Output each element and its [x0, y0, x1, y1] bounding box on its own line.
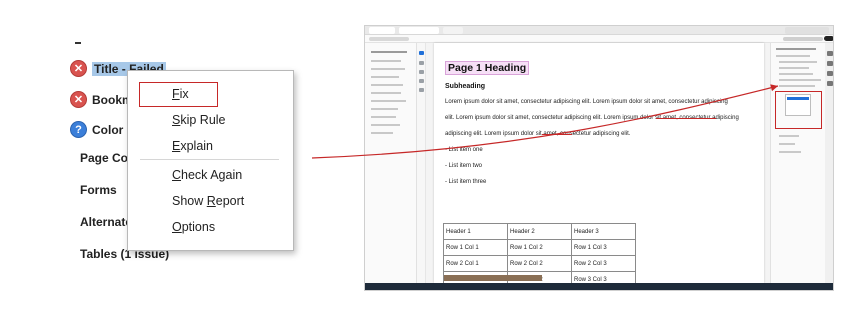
table-header-cell: Header 1 — [443, 223, 508, 240]
list-item: - List item two — [445, 163, 483, 169]
left-tools-panel — [365, 43, 417, 283]
menu-items[interactable] — [369, 37, 409, 41]
panel-icon[interactable] — [827, 71, 833, 76]
table-cell: Row 1 Col 1 — [443, 239, 508, 256]
page-subheading: Subheading — [445, 83, 486, 90]
list-item: - List item three — [445, 179, 487, 185]
table-row: Row 2 Col 1 Row 2 Col 2 Row 2 Col 3 — [443, 255, 636, 272]
checker-row-color-contrast[interactable]: ? Color c — [70, 121, 133, 138]
table-header-cell: Header 3 — [571, 223, 636, 240]
table-row: Row 1 Col 1 Row 1 Col 2 Row 1 Col 3 — [443, 239, 636, 256]
strike-mark — [542, 134, 572, 135]
panel-icon[interactable] — [827, 61, 833, 66]
menu-bar — [365, 35, 833, 43]
acrobat-window-screenshot: Page 1 Heading Subheading Lorem ipsum do… — [364, 25, 834, 291]
select-tool-icon[interactable] — [419, 51, 424, 55]
comment-tool-icon[interactable] — [419, 61, 424, 65]
table-cell: Row 2 Col 3 — [571, 255, 636, 272]
table-row: Header 1 Header 2 Header 3 — [443, 223, 636, 240]
panel-icon[interactable] — [827, 81, 833, 86]
accessibility-checker-zoom: ✕ Title - Failed ✕ Bookm ? Color c Page … — [0, 0, 330, 319]
menu-item-skip-rule[interactable]: Skip Rule — [172, 113, 226, 127]
list-item: - List item one — [445, 147, 483, 153]
share-button[interactable] — [824, 36, 833, 41]
table-header-cell: Header 2 — [507, 223, 572, 240]
menu-item-check-again[interactable]: Check Again — [172, 168, 242, 182]
table-cell: Row 2 Col 1 — [443, 255, 508, 272]
table-cell: Row 1 Col 2 — [507, 239, 572, 256]
menu-item-fix[interactable]: Fix — [172, 87, 189, 101]
window-controls[interactable] — [785, 27, 829, 34]
tab-home[interactable] — [369, 27, 395, 34]
taskbar — [365, 283, 833, 290]
table-cell: Row 1 Col 3 — [571, 239, 636, 256]
right-tool-strip — [825, 43, 833, 283]
table-cell: Row 2 Col 2 — [507, 255, 572, 272]
paragraph-line: adipiscing elit. Lorem ipsum dolor sit a… — [445, 131, 631, 137]
page-heading: Page 1 Heading — [445, 61, 530, 75]
text-tool-icon[interactable] — [419, 88, 424, 92]
question-icon: ? — [70, 121, 87, 138]
fail-icon: ✕ — [70, 91, 87, 108]
strike-mark — [656, 118, 716, 119]
tab-document[interactable] — [399, 27, 439, 34]
context-menu: Fix Skip Rule Explain Check Again Show R… — [127, 70, 294, 251]
category-forms[interactable]: Forms — [80, 183, 117, 197]
image-placeholder — [444, 275, 542, 281]
checker-row-bookmarks[interactable]: ✕ Bookm — [70, 91, 133, 108]
menu-item-options[interactable]: Options — [172, 220, 215, 234]
draw-tool-icon[interactable] — [419, 79, 424, 83]
menu-separator — [140, 159, 279, 160]
tab-bar — [365, 26, 833, 35]
fail-icon: ✕ — [70, 60, 87, 77]
tab-new[interactable] — [443, 27, 463, 34]
menu-item-explain[interactable]: Explain — [172, 139, 213, 153]
annotation-box — [775, 91, 822, 129]
menu-item-show-report[interactable]: Show Report — [172, 194, 244, 208]
document-page: Page 1 Heading Subheading Lorem ipsum do… — [434, 43, 764, 288]
collapsed-marker — [75, 42, 81, 44]
paragraph-line: Lorem ipsum dolor sit amet, consectetur … — [445, 99, 728, 105]
toolbar-buttons[interactable] — [783, 37, 823, 41]
category-alternate-text[interactable]: Alternate — [80, 215, 132, 229]
tool-strip — [417, 43, 426, 283]
highlight-tool-icon[interactable] — [419, 70, 424, 74]
panel-icon[interactable] — [827, 51, 833, 56]
